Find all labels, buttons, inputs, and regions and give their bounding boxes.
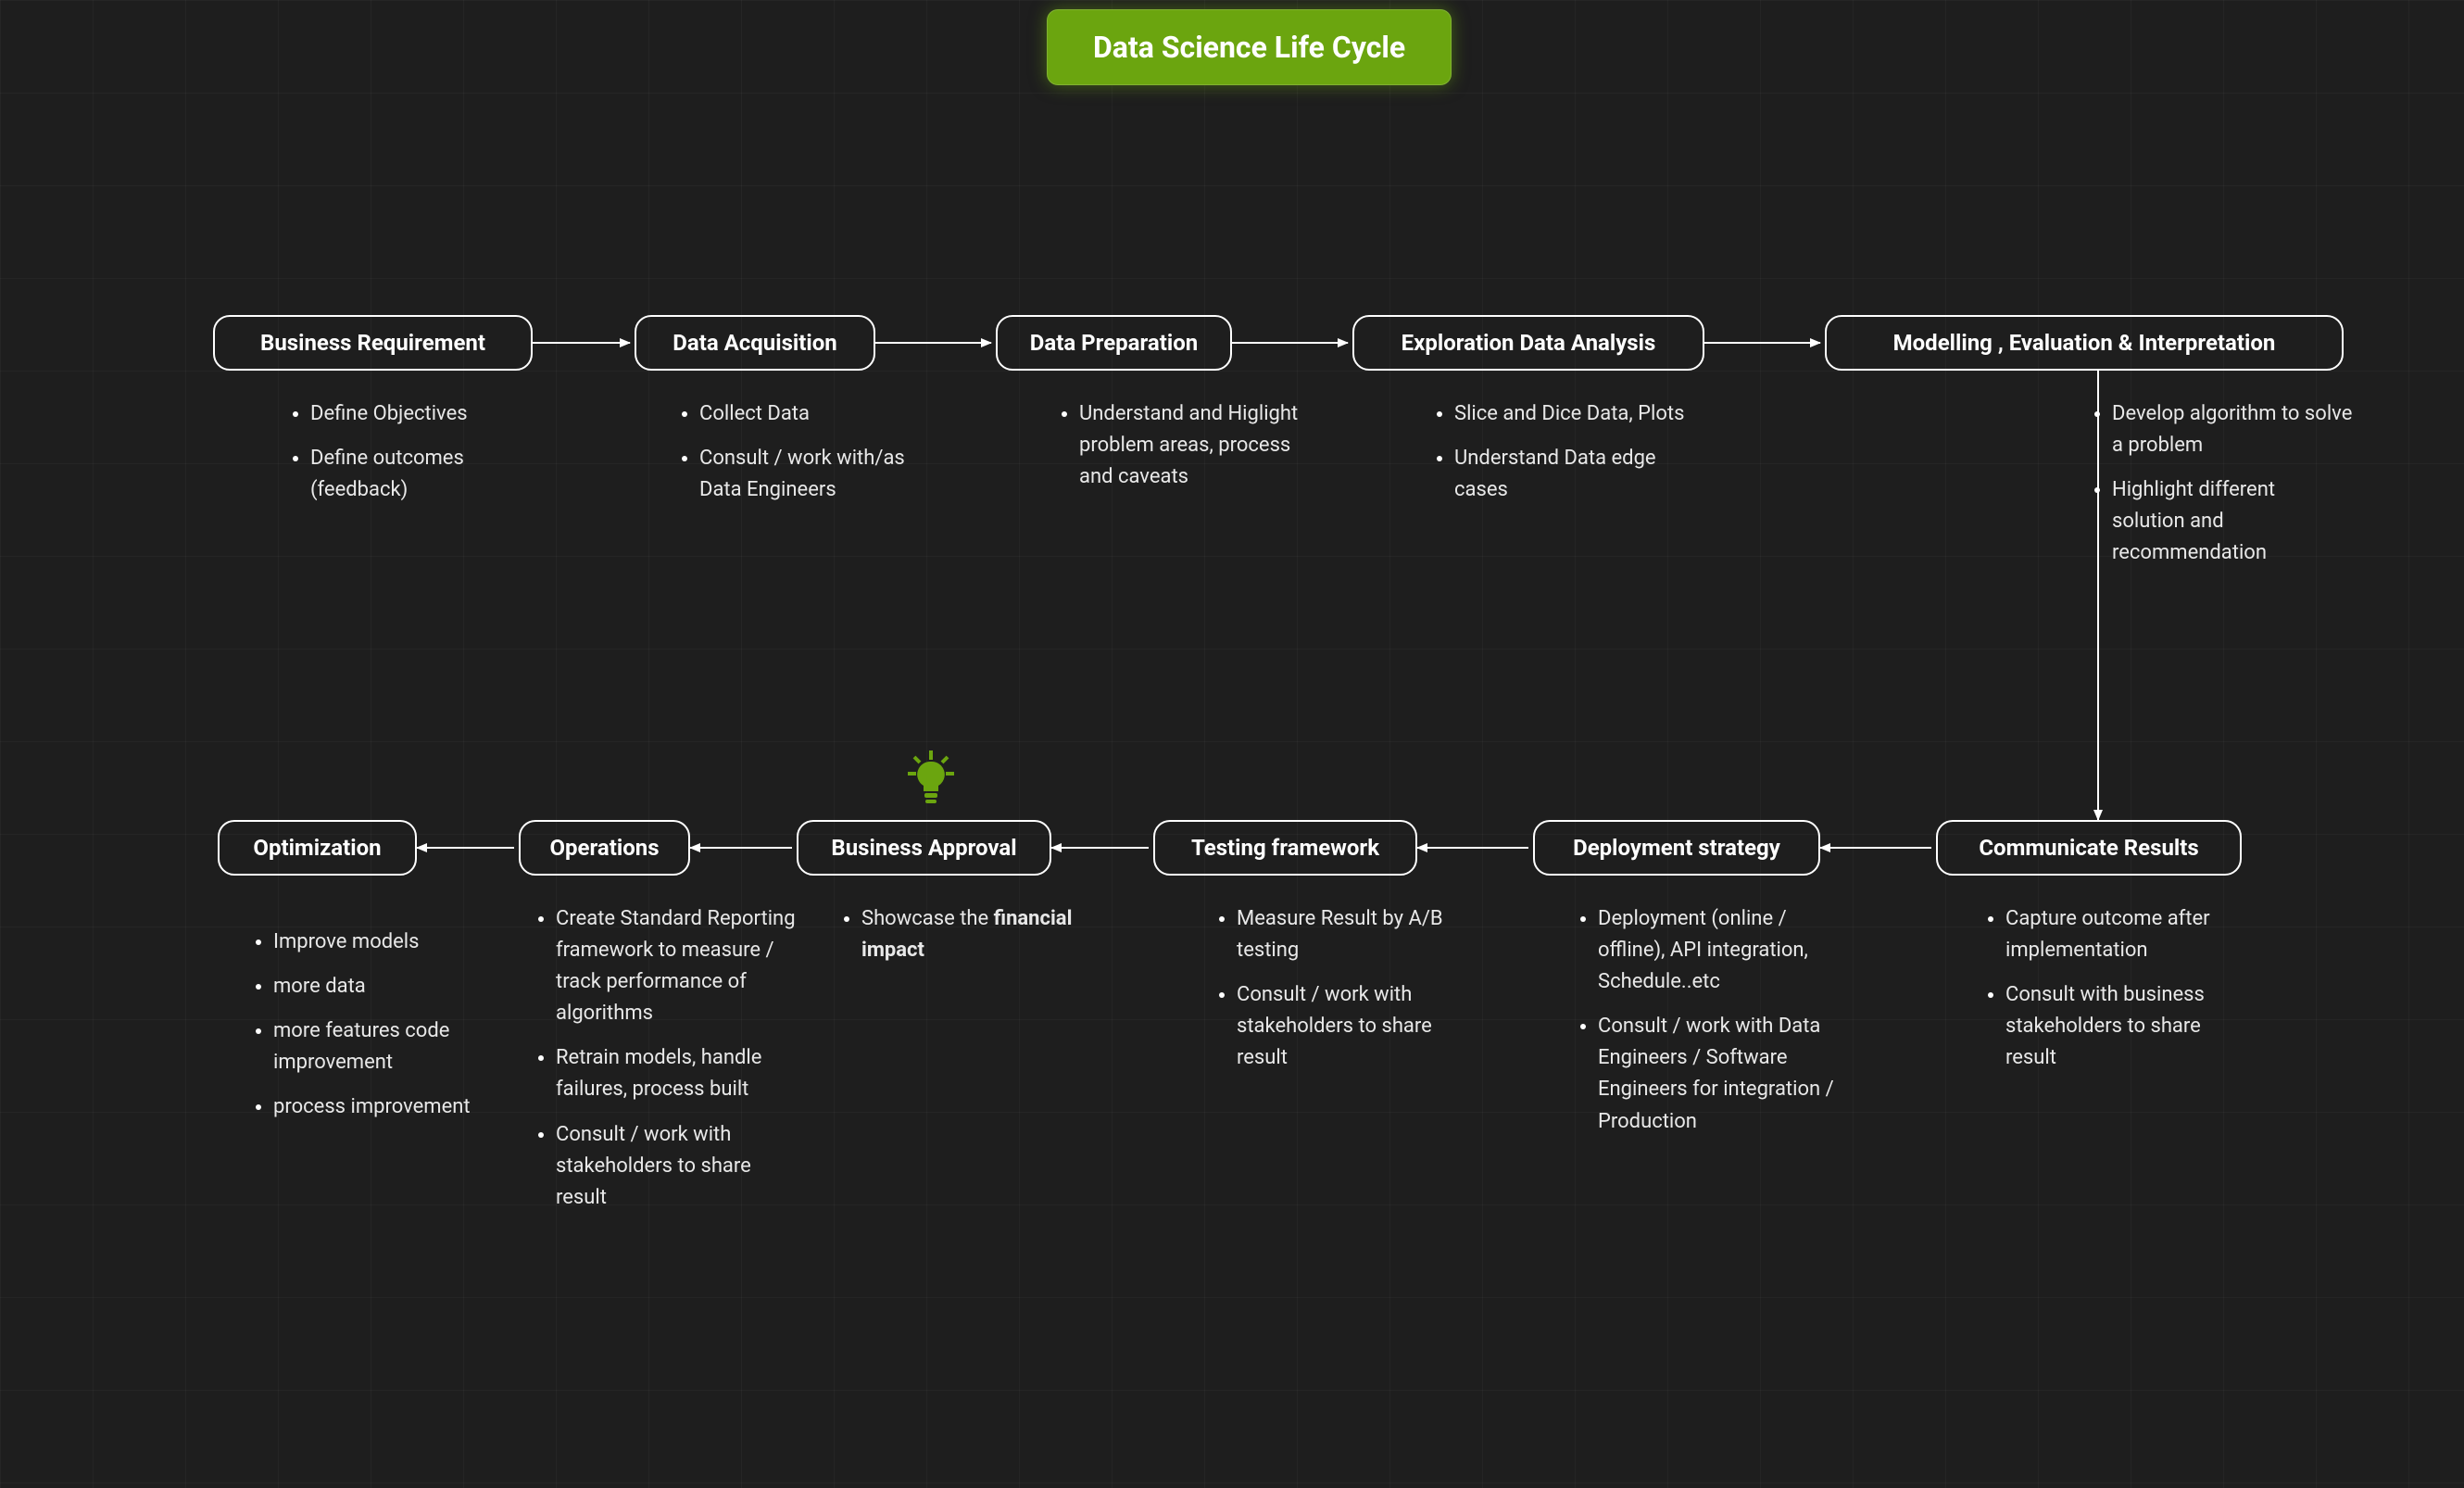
- bullet-item: Improve models: [273, 927, 514, 958]
- arrows-layer: [0, 0, 2464, 1488]
- bullet-item: Collect Data: [699, 398, 940, 430]
- bullets-operations: Create Standard Reporting framework to m…: [500, 903, 797, 1227]
- bullets-communicate-results: Capture outcome after implementation Con…: [1950, 903, 2246, 1087]
- bullet-item: Consult / work with Data Engineers / Sof…: [1598, 1011, 1839, 1137]
- bullet-item: Develop algorithm to solve a problem: [2112, 398, 2353, 461]
- bullets-eda: Slice and Dice Data, Plots Understand Da…: [1399, 398, 1695, 519]
- bullet-item: Define outcomes (feedback): [310, 443, 551, 506]
- bullet-item: Consult with business stakeholders to sh…: [2005, 979, 2246, 1074]
- bullet-item: Deployment (online / offline), API integ…: [1598, 903, 1839, 998]
- bullet-item: Highlight different solution and recomme…: [2112, 474, 2353, 569]
- diagram-canvas: Data Science Life Cycle Business Require…: [0, 0, 2464, 1488]
- bullet-item: Capture outcome after implementation: [2005, 903, 2246, 966]
- node-deployment-strategy[interactable]: Deployment strategy: [1533, 820, 1820, 876]
- bullet-item: Define Objectives: [310, 398, 551, 430]
- node-optimization[interactable]: Optimization: [218, 820, 417, 876]
- node-testing-framework[interactable]: Testing framework: [1153, 820, 1417, 876]
- bullet-item: Consult / work with/as Data Engineers: [699, 443, 940, 506]
- bullet-item: more features code improvement: [273, 1015, 514, 1078]
- bullets-data-acquisition: Collect Data Consult / work with/as Data…: [644, 398, 940, 519]
- bullet-item: Retrain models, handle failures, process…: [556, 1042, 797, 1105]
- bullet-item: Consult / work with stakeholders to shar…: [1237, 979, 1477, 1074]
- node-eda[interactable]: Exploration Data Analysis: [1352, 315, 1704, 371]
- bullets-deployment-strategy: Deployment (online / offline), API integ…: [1542, 903, 1839, 1151]
- bullet-item: Measure Result by A/B testing: [1237, 903, 1477, 966]
- bullets-modelling: Develop algorithm to solve a problem Hig…: [2056, 398, 2353, 582]
- bullet-item: Slice and Dice Data, Plots: [1454, 398, 1695, 430]
- lightbulb-icon: [908, 750, 954, 810]
- bullets-testing-framework: Measure Result by A/B testing Consult / …: [1181, 903, 1477, 1087]
- diagram-title: Data Science Life Cycle: [1047, 9, 1452, 85]
- bullet-item: Understand and Higlight problem areas, p…: [1079, 398, 1320, 493]
- node-data-preparation[interactable]: Data Preparation: [996, 315, 1232, 371]
- node-business-requirement[interactable]: Business Requirement: [213, 315, 533, 371]
- bullet-item: Showcase the financial impact: [861, 903, 1102, 966]
- bullets-data-preparation: Understand and Higlight problem areas, p…: [1024, 398, 1320, 506]
- bullets-business-requirement: Define Objectives Define outcomes (feedb…: [255, 398, 551, 519]
- bullets-business-approval: Showcase the financial impact: [806, 903, 1102, 979]
- node-data-acquisition[interactable]: Data Acquisition: [635, 315, 875, 371]
- node-communicate-results[interactable]: Communicate Results: [1936, 820, 2242, 876]
- bullet-item: process improvement: [273, 1091, 514, 1123]
- bullets-optimization: Improve models more data more features c…: [218, 927, 514, 1136]
- node-modelling[interactable]: Modelling , Evaluation & Interpretation: [1825, 315, 2344, 371]
- bullet-item: more data: [273, 971, 514, 1003]
- node-business-approval[interactable]: Business Approval: [797, 820, 1051, 876]
- bullet-item: Consult / work with stakeholders to shar…: [556, 1119, 797, 1214]
- bullet-item: Understand Data edge cases: [1454, 443, 1695, 506]
- node-operations[interactable]: Operations: [519, 820, 690, 876]
- bullet-item: Create Standard Reporting framework to m…: [556, 903, 797, 1029]
